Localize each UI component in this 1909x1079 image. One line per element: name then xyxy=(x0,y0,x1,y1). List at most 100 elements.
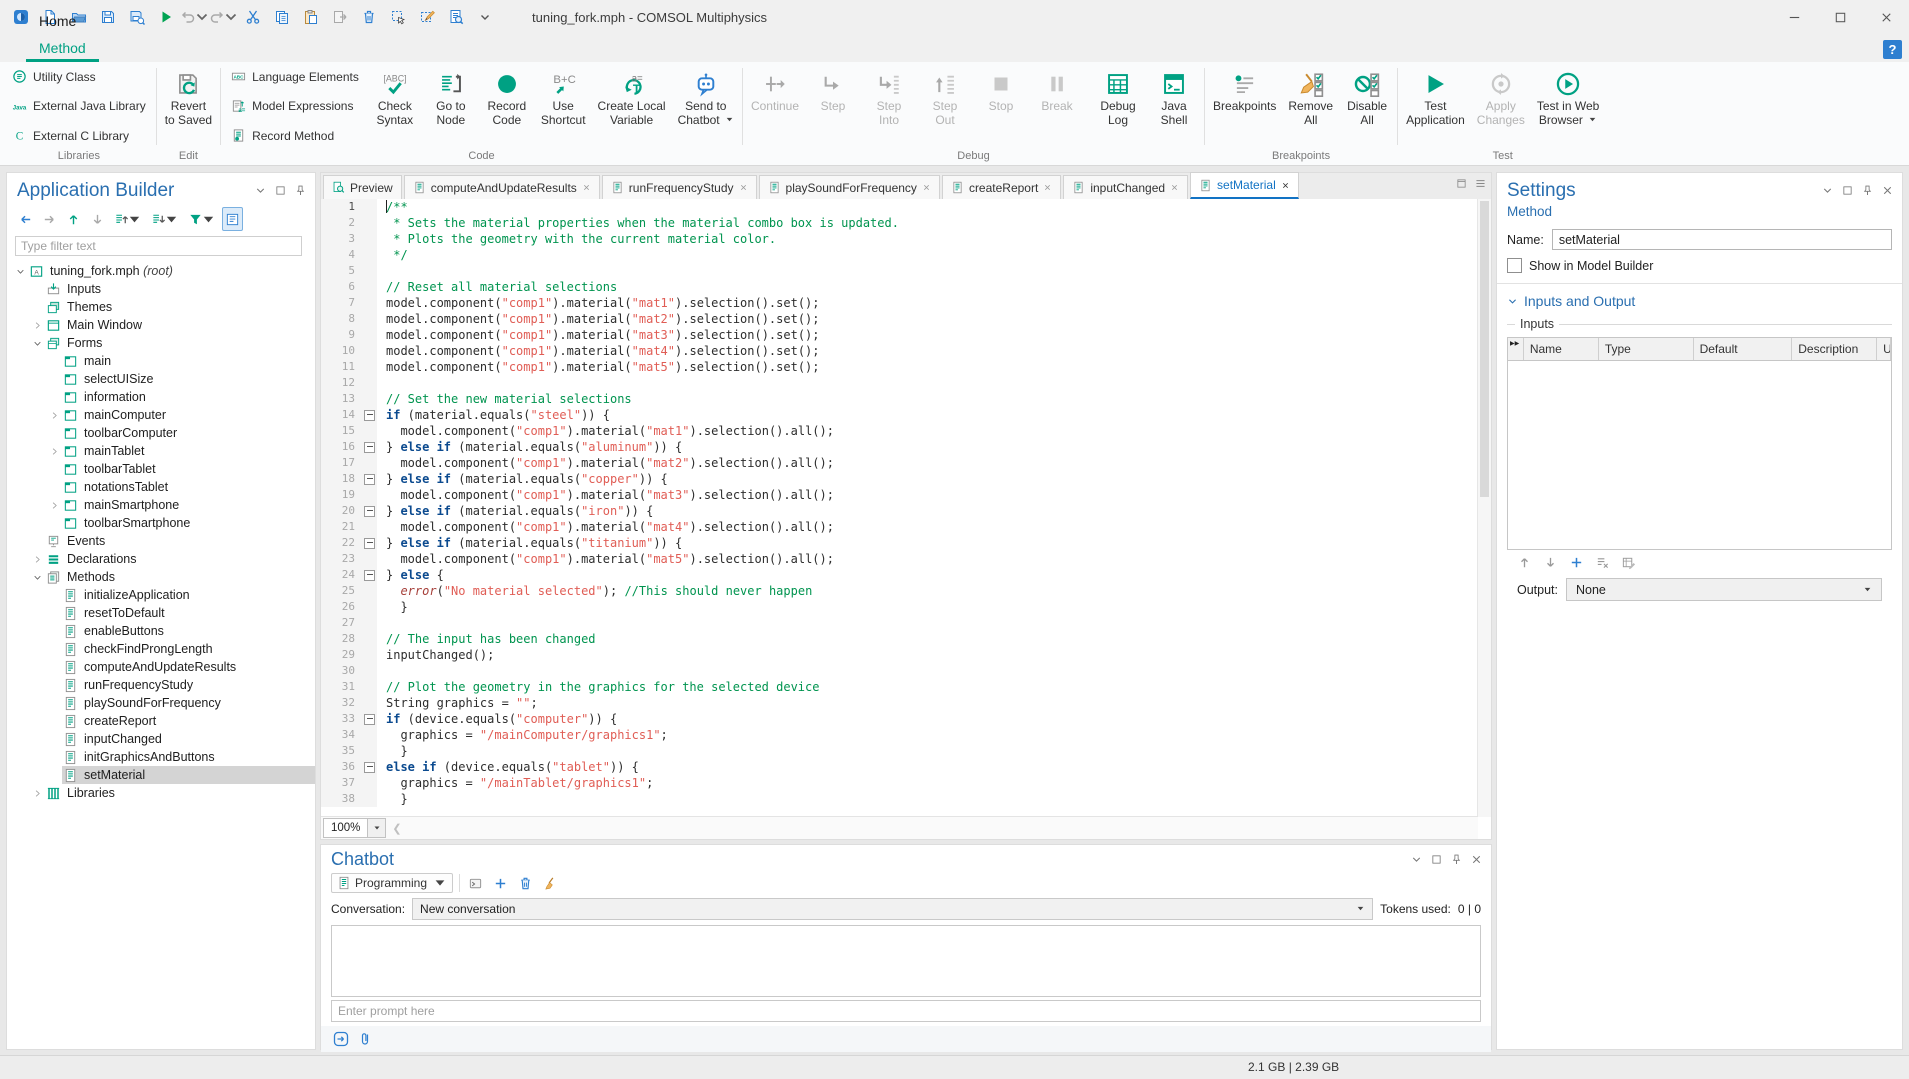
tree-item-checkfindpronglength[interactable]: checkFindProngLength xyxy=(7,640,315,658)
ribbon-button-language-elements[interactable]: ABCLanguage Elements xyxy=(227,67,363,86)
chevron-down-icon[interactable] xyxy=(129,212,142,227)
tree-item-initgraphicsandbuttons[interactable]: initGraphicsAndButtons xyxy=(7,748,315,766)
expand-toggle-icon[interactable] xyxy=(47,411,62,420)
tree-item-selectuisize[interactable]: selectUISize xyxy=(7,370,315,388)
editor-tab-preview[interactable]: Preview xyxy=(323,175,402,199)
prompt-input[interactable] xyxy=(331,1000,1481,1022)
panel-float-icon[interactable] xyxy=(274,184,287,197)
panel-collapse-icon[interactable] xyxy=(254,184,267,197)
tree-item-forms[interactable]: Forms xyxy=(7,334,315,352)
editor-horizontal-scrollbar[interactable]: ❮ xyxy=(386,817,1478,839)
delete-rows-button[interactable] xyxy=(1595,555,1610,570)
fold-toggle-icon[interactable] xyxy=(364,762,375,773)
editor-menu-icon[interactable] xyxy=(1474,177,1487,190)
new-conversation-button[interactable] xyxy=(491,874,510,893)
tree-item-maincomputer[interactable]: mainComputer xyxy=(7,406,315,424)
expand-tree-button[interactable] xyxy=(148,207,182,231)
nav-back-button[interactable] xyxy=(15,207,36,231)
find-button[interactable] xyxy=(443,4,469,30)
close-button[interactable] xyxy=(1863,0,1909,34)
row-down-button[interactable] xyxy=(1543,555,1558,570)
collapse-tree-button[interactable] xyxy=(111,207,145,231)
panel-pin-icon[interactable] xyxy=(1450,853,1463,866)
brush-select-button[interactable] xyxy=(414,4,440,30)
add-row-button[interactable] xyxy=(1569,555,1584,570)
tree-item-main[interactable]: main xyxy=(7,352,315,370)
expand-toggle-icon[interactable] xyxy=(13,267,28,276)
tree-item-toolbarcomputer[interactable]: toolbarComputer xyxy=(7,424,315,442)
tree-item-mainsmartphone[interactable]: mainSmartphone xyxy=(7,496,315,514)
tree-item-runfrequencystudy[interactable]: runFrequencyStudy xyxy=(7,676,315,694)
ribbon-button-revert-to-saved[interactable]: Revert to Saved xyxy=(159,64,218,130)
tree-item-playsoundforfrequency[interactable]: playSoundForFrequency xyxy=(7,694,315,712)
ribbon-button-test-application[interactable]: Test Application xyxy=(1400,64,1471,130)
ribbon-button-breakpoints[interactable]: Breakpoints xyxy=(1207,64,1282,130)
select-button[interactable] xyxy=(385,4,411,30)
expand-toggle-icon[interactable] xyxy=(30,339,45,348)
ribbon-button-record-method[interactable]: Record Method xyxy=(227,126,363,145)
maximize-button[interactable] xyxy=(1817,0,1863,34)
fold-toggle-icon[interactable] xyxy=(364,714,375,725)
menu-tab-file[interactable]: File xyxy=(26,0,99,8)
tree-item-inputchanged[interactable]: inputChanged xyxy=(7,730,315,748)
tree-item-declarations[interactable]: Declarations xyxy=(7,550,315,568)
expand-toggle-icon[interactable] xyxy=(30,573,45,582)
move-down-button[interactable] xyxy=(87,207,108,231)
conversation-select[interactable]: New conversation xyxy=(412,898,1373,920)
editor-tab-playsoundforfrequency[interactable]: playSoundForFrequency xyxy=(759,175,940,199)
fold-toggle-icon[interactable] xyxy=(364,506,375,517)
tree-item-methods[interactable]: Methods xyxy=(7,568,315,586)
panel-collapse-icon[interactable] xyxy=(1821,184,1834,197)
output-select[interactable]: None xyxy=(1566,578,1882,601)
code-editor[interactable]: 1/**2 * Sets the material properties whe… xyxy=(321,199,1478,817)
toolbar-overflow-button[interactable] xyxy=(472,4,498,30)
edit-table-button[interactable] xyxy=(1621,555,1636,570)
move-up-button[interactable] xyxy=(63,207,84,231)
ribbon-button-debug-log[interactable]: Debug Log xyxy=(1090,64,1146,130)
tree-item-resettodefault[interactable]: resetToDefault xyxy=(7,604,315,622)
show-in-model-builder-option[interactable]: Show in Model Builder xyxy=(1497,250,1902,283)
tree-item-information[interactable]: information xyxy=(7,388,315,406)
attach-button[interactable] xyxy=(357,1031,373,1047)
save-as-button[interactable] xyxy=(124,4,150,30)
nav-forward-button[interactable] xyxy=(39,207,60,231)
cut-button[interactable] xyxy=(240,4,266,30)
row-up-button[interactable] xyxy=(1517,555,1532,570)
tree-item-inputs[interactable]: Inputs xyxy=(7,280,315,298)
expand-toggle-icon[interactable] xyxy=(47,501,62,510)
tree-item-main-window[interactable]: Main Window xyxy=(7,316,315,334)
scroll-left-icon[interactable]: ❮ xyxy=(386,822,407,835)
fold-toggle-icon[interactable] xyxy=(364,442,375,453)
editor-vertical-scrollbar[interactable] xyxy=(1477,199,1491,817)
chevron-down-icon[interactable] xyxy=(225,9,239,25)
zoom-dropdown-icon[interactable] xyxy=(367,819,385,837)
panel-pin-icon[interactable] xyxy=(294,184,307,197)
editor-tab-createreport[interactable]: createReport xyxy=(942,175,1061,199)
ribbon-button-check-syntax[interactable]: [ABC]Check Syntax xyxy=(367,64,423,130)
filter-button[interactable] xyxy=(185,207,219,231)
column-header-un[interactable]: Un xyxy=(1877,338,1891,360)
panel-collapse-icon[interactable] xyxy=(1410,853,1423,866)
panel-close-icon[interactable] xyxy=(1470,853,1483,866)
delete-button[interactable] xyxy=(356,4,382,30)
chevron-down-icon[interactable] xyxy=(203,212,216,227)
run-button[interactable] xyxy=(153,4,179,30)
chevron-down-icon[interactable] xyxy=(166,212,179,227)
tree-item-maintablet[interactable]: mainTablet xyxy=(7,442,315,460)
panel-float-icon[interactable] xyxy=(1841,184,1854,197)
tree-item-toolbarsmartphone[interactable]: toolbarSmartphone xyxy=(7,514,315,532)
column-header-type[interactable]: Type xyxy=(1599,338,1694,360)
ribbon-button-java-shell[interactable]: Java Shell xyxy=(1146,64,1202,130)
fold-toggle-icon[interactable] xyxy=(364,474,375,485)
close-tab-icon[interactable] xyxy=(1170,183,1179,192)
redo-button[interactable] xyxy=(211,4,237,30)
panel-close-icon[interactable] xyxy=(1881,184,1894,197)
tree-item-events[interactable]: Events xyxy=(7,532,315,550)
ribbon-button-create-local-variable[interactable]: a=TCreate Local Variable xyxy=(592,64,672,130)
ribbon-button-test-in-web-browser[interactable]: Test in Web Browser xyxy=(1531,64,1605,130)
checkbox[interactable] xyxy=(1507,258,1522,273)
close-tab-icon[interactable] xyxy=(1043,183,1052,192)
close-tab-icon[interactable] xyxy=(582,183,591,192)
console-button[interactable] xyxy=(466,874,485,893)
ribbon-button-go-to-node[interactable]: Go to Node xyxy=(423,64,479,130)
